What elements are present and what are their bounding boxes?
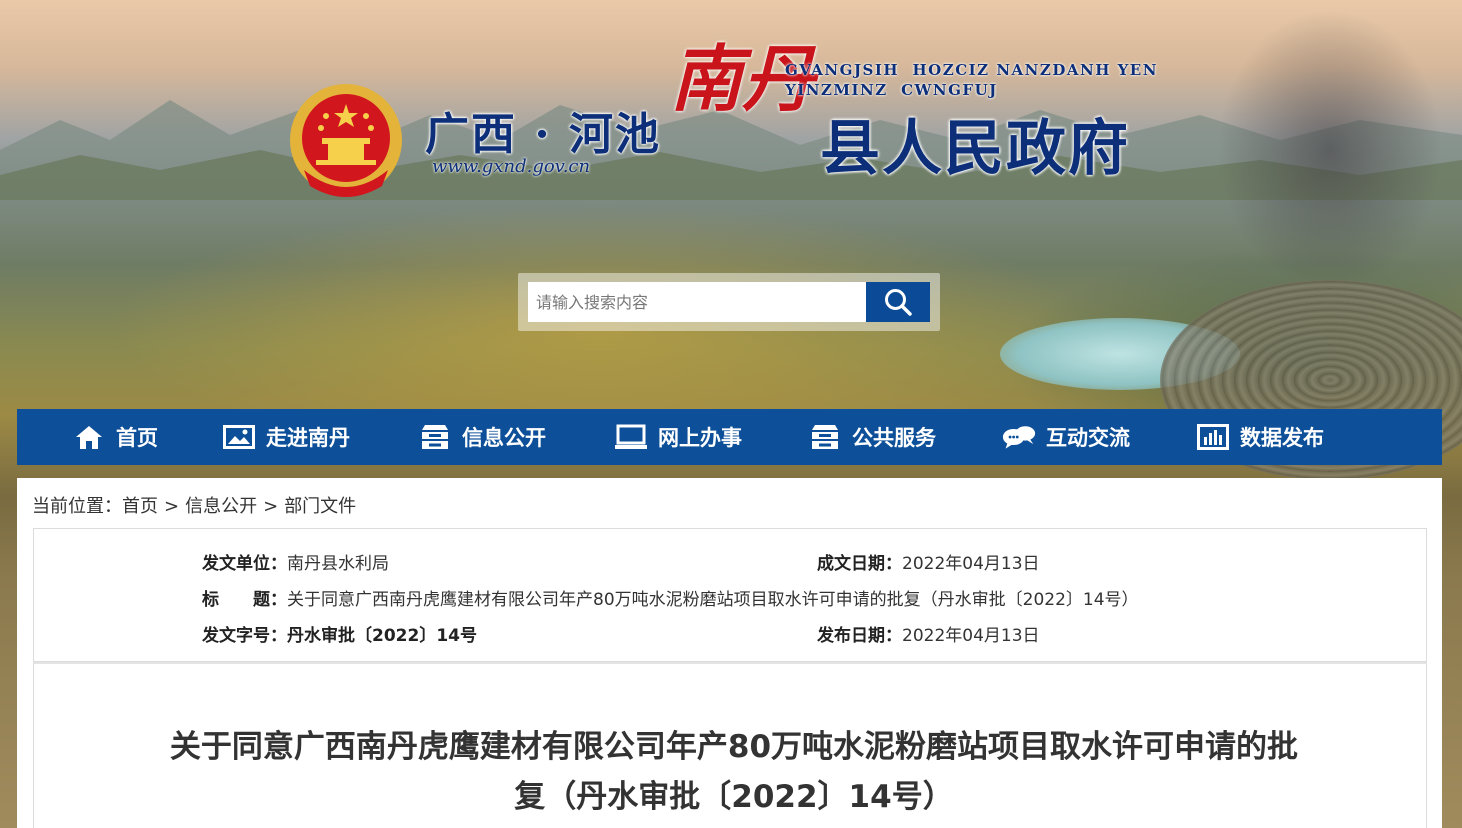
meta-published-value: 2022年04月13日 bbox=[902, 626, 1040, 646]
chat-icon bbox=[1002, 423, 1036, 451]
nav-item-interaction[interactable]: 互动交流 bbox=[1002, 409, 1130, 465]
meta-issuer: 发文单位：南丹县水利局 bbox=[202, 549, 389, 574]
nav-item-data-release[interactable]: 数据发布 bbox=[1196, 409, 1324, 465]
meta-title-value: 关于同意广西南丹虎鹰建材有限公司年产80万吨水泥粉磨站项目取水许可申请的批复（丹… bbox=[287, 590, 1139, 610]
search-button[interactable] bbox=[866, 282, 930, 322]
site-title: 县人民政府 bbox=[820, 114, 1130, 184]
breadcrumb-link-dept-docs[interactable]: 部门文件 bbox=[284, 496, 356, 517]
breadcrumb-link-info-public[interactable]: 信息公开 bbox=[185, 496, 257, 517]
main-navigation: 首页 走进南丹 信息公开 网上办事 公共服务 互动交流 数据发布 bbox=[17, 409, 1442, 465]
meta-doc-number: 发文字号：丹水审批〔2022〕14号 bbox=[202, 621, 477, 646]
home-icon bbox=[72, 423, 106, 451]
meta-doc-number-value: 丹水审批〔2022〕14号 bbox=[287, 626, 477, 646]
list-icon bbox=[418, 423, 452, 451]
site-url: www.gxnd.gov.cn bbox=[432, 156, 591, 177]
meta-published-date: 发布日期：2022年04月13日 bbox=[817, 621, 1040, 646]
nav-item-public-service[interactable]: 公共服务 bbox=[808, 409, 936, 465]
article-title: 关于同意广西南丹虎鹰建材有限公司年产80万吨水泥粉磨站项目取水许可申请的批 复（… bbox=[74, 722, 1394, 822]
nav-item-info-public[interactable]: 信息公开 bbox=[418, 409, 546, 465]
breadcrumb: 当前位置：首页 > 信息公开 > 部门文件 bbox=[32, 492, 356, 518]
eagle-decoration bbox=[1090, 0, 1462, 300]
nav-item-online-service[interactable]: 网上办事 bbox=[614, 409, 742, 465]
bar-chart-icon bbox=[1196, 423, 1230, 451]
breadcrumb-separator: > bbox=[263, 496, 279, 517]
meta-title: 标 题：关于同意广西南丹虎鹰建材有限公司年产80万吨水泥粉磨站项目取水许可申请的… bbox=[202, 585, 1139, 610]
nav-item-label: 信息公开 bbox=[462, 426, 546, 450]
nav-item-label: 数据发布 bbox=[1240, 426, 1324, 450]
nav-item-label: 首页 bbox=[116, 426, 158, 450]
meta-created-label: 成文日期： bbox=[817, 554, 902, 574]
zhuang-line-2: YINZMINZ CWNGFUJ bbox=[785, 81, 998, 99]
national-emblem-icon bbox=[286, 80, 406, 208]
meta-doc-number-label: 发文字号： bbox=[202, 626, 287, 646]
content-panel: 当前位置：首页 > 信息公开 > 部门文件 发文单位：南丹县水利局 成文日期：2022年… bbox=[17, 478, 1442, 828]
monitor-icon bbox=[614, 423, 648, 451]
meta-issuer-label: 发文单位： bbox=[202, 554, 287, 574]
zhuang-line-1: GVANGJSIH HOZCIZ NANZDANH YEN bbox=[785, 61, 1158, 79]
site-zhuang-name: GVANGJSIH HOZCIZ NANZDANH YEN YINZMINZ C… bbox=[785, 60, 1158, 100]
search-input[interactable] bbox=[528, 282, 866, 322]
nav-item-label: 互动交流 bbox=[1046, 426, 1130, 450]
document-meta-box: 发文单位：南丹县水利局 成文日期：2022年04月13日 标 题：关于同意广西南… bbox=[33, 528, 1427, 662]
meta-created-value: 2022年04月13日 bbox=[902, 554, 1040, 574]
nav-item-label: 走进南丹 bbox=[266, 426, 350, 450]
nav-item-label: 公共服务 bbox=[852, 426, 936, 450]
meta-created-date: 成文日期：2022年04月13日 bbox=[817, 549, 1040, 574]
nav-item-home[interactable]: 首页 bbox=[72, 409, 158, 465]
site-region-label: 广西 · 河池 bbox=[425, 109, 661, 160]
search-icon bbox=[885, 289, 912, 316]
meta-published-label: 发布日期： bbox=[817, 626, 902, 646]
article-box: 关于同意广西南丹虎鹰建材有限公司年产80万吨水泥粉磨站项目取水许可申请的批 复（… bbox=[33, 662, 1427, 828]
breadcrumb-prefix: 当前位置： bbox=[32, 496, 122, 517]
nav-item-label: 网上办事 bbox=[658, 426, 742, 450]
breadcrumb-link-home[interactable]: 首页 bbox=[122, 496, 158, 517]
breadcrumb-separator: > bbox=[164, 496, 180, 517]
meta-title-label: 标 题： bbox=[202, 590, 287, 610]
nav-item-about[interactable]: 走进南丹 bbox=[222, 409, 350, 465]
search-box bbox=[518, 273, 940, 331]
picture-icon bbox=[222, 423, 256, 451]
meta-issuer-value: 南丹县水利局 bbox=[287, 554, 389, 574]
list-icon bbox=[808, 423, 842, 451]
article-title-line-1: 关于同意广西南丹虎鹰建材有限公司年产80万吨水泥粉磨站项目取水许可申请的批 bbox=[169, 729, 1299, 765]
article-title-line-2: 复（丹水审批〔2022〕14号） bbox=[514, 779, 954, 815]
